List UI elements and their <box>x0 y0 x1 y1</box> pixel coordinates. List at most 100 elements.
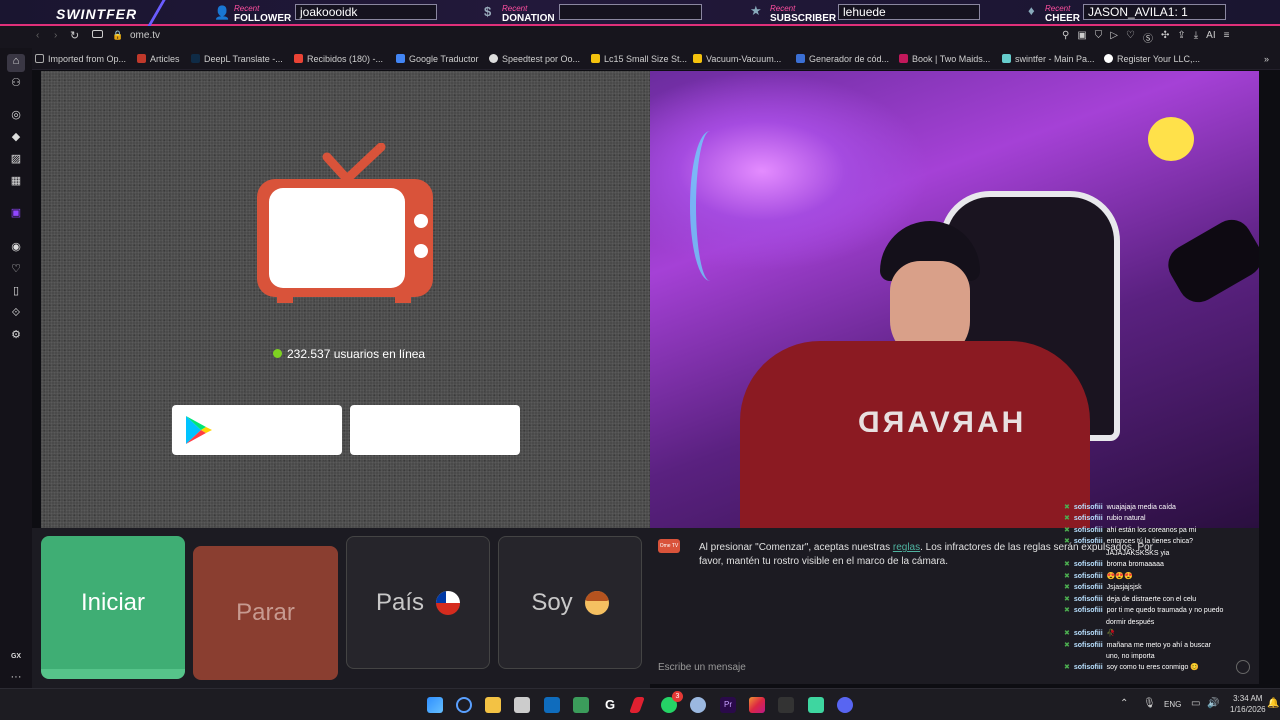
instagram-icon[interactable] <box>749 697 765 713</box>
chat-username: sofisofiii <box>1073 515 1103 522</box>
chat-text: por ti me quedo traumada y no puedo <box>1106 607 1224 614</box>
forward-icon[interactable]: › <box>54 30 57 41</box>
bookmark-item[interactable]: DeepL Translate -... <box>191 54 283 64</box>
emoji-icon[interactable] <box>1236 660 1250 674</box>
reload-icon[interactable]: ↻ <box>70 29 79 42</box>
network-icon[interactable]: ▭ <box>1191 698 1200 709</box>
image-icon[interactable]: ▨ <box>9 152 23 166</box>
app-icon[interactable] <box>778 697 794 713</box>
bookmark-item[interactable]: Articles <box>137 54 180 64</box>
g-app-icon[interactable]: G <box>602 697 618 713</box>
notice-text: Al presionar "Comenzar", aceptas nuestra… <box>699 542 893 553</box>
discord-icon[interactable] <box>837 697 853 713</box>
bookmark-item[interactable]: Imported from Op... <box>35 54 126 64</box>
heart-icon[interactable]: ♡ <box>1126 30 1135 44</box>
bookmark-item[interactable]: Speedtest por Oo... <box>489 54 580 64</box>
chat-username: sofisofiii <box>1073 538 1103 545</box>
shield-icon[interactable]: ⛉ <box>1095 30 1103 44</box>
back-icon[interactable]: ‹ <box>36 30 39 41</box>
twitch-icon[interactable]: ▣ <box>9 206 23 220</box>
online-count: 232.537 usuarios en línea <box>287 347 426 361</box>
notification-badge: 3 <box>672 691 683 702</box>
chat-text: wuajajaja media caída <box>1106 504 1176 511</box>
stop-button[interactable]: Parar <box>193 546 338 680</box>
download-icon[interactable]: ⤓ <box>1194 30 1198 44</box>
whatsapp-icon[interactable]: 3 <box>661 691 683 713</box>
moderator-badge-icon: ✖ <box>1064 607 1070 614</box>
notification-bell-icon[interactable]: 🔔 <box>1267 698 1279 709</box>
chat-text: soy como tu eres conmigo 😊 <box>1106 664 1200 671</box>
player-icon[interactable]: ◉ <box>9 240 23 254</box>
favorites-icon[interactable]: ♡ <box>9 262 23 276</box>
premiere-icon[interactable]: Pr <box>720 697 736 713</box>
moderator-badge-icon: ✖ <box>1064 584 1070 591</box>
home-icon[interactable]: ⌂ <box>7 54 25 72</box>
moderator-badge-icon: ✖ <box>1064 642 1070 649</box>
google-play-button[interactable] <box>172 405 342 455</box>
globe-icon[interactable] <box>690 697 706 713</box>
mic-icon[interactable]: 🎙 <box>1143 698 1156 709</box>
chat-text: Jsjasjajsjsk <box>1106 584 1142 591</box>
file-explorer-icon[interactable] <box>485 697 501 713</box>
menu-icon[interactable]: ≡ <box>1224 30 1230 44</box>
more-icon[interactable]: ··· <box>9 670 23 684</box>
windows-start-icon[interactable] <box>427 697 443 713</box>
shirt-text: HARVARD <box>855 406 1024 439</box>
gx-label[interactable]: GX <box>9 650 23 664</box>
box-icon[interactable]: ▦ <box>9 174 23 188</box>
message-input[interactable]: Escribe un mensaje <box>658 662 746 673</box>
bookmark-item[interactable]: Register Your LLC,... <box>1104 54 1200 64</box>
settings-icon[interactable]: ⚙ <box>9 328 23 342</box>
camera-icon[interactable]: ▣ <box>1077 30 1086 44</box>
spiral-icon[interactable]: ◎ <box>9 108 23 122</box>
microphone <box>1161 212 1259 310</box>
gender-label: Soy <box>531 588 573 616</box>
chat-text: mañana me meto yo ahí a buscar <box>1106 642 1211 649</box>
spreadsheet-icon[interactable] <box>573 697 589 713</box>
extension-s-icon[interactable]: Ⓢ <box>1143 30 1153 45</box>
gender-button[interactable]: Soy <box>498 536 642 669</box>
bookmarks-overflow-icon[interactable]: » <box>1264 54 1269 64</box>
gamepad-icon[interactable]: ⚇ <box>9 76 23 90</box>
tv-logo-icon <box>257 143 433 303</box>
tray-chevron-icon[interactable]: ⌃ <box>1120 698 1128 709</box>
bolt-icon[interactable] <box>629 697 645 713</box>
bookmark-item[interactable]: Recibidos (180) -... <box>294 54 383 64</box>
url-field[interactable]: ome.tv <box>130 30 160 41</box>
app-store-button[interactable] <box>350 405 520 455</box>
bookmark-item[interactable]: Google Traductor <box>396 54 479 64</box>
bookmark-item[interactable]: Vacuum-Vacuum... <box>693 54 781 64</box>
volume-icon[interactable]: 🔊 <box>1207 698 1219 709</box>
bookmark-item[interactable]: swintfer - Main Pa... <box>1002 54 1095 64</box>
chat-message: ✖ sofisofiii 😍😍😍 <box>1064 572 1133 581</box>
chat-message: ✖ sofisofiii entonces tú la tienes chica? <box>1064 537 1193 546</box>
start-button[interactable]: Iniciar <box>41 536 185 679</box>
pin-icon[interactable]: ⚲ <box>1062 30 1069 44</box>
bookmark-item[interactable]: Book | Two Maids... <box>899 54 990 64</box>
play-icon[interactable]: ▷ <box>1110 30 1118 44</box>
user-icon: 👤 <box>214 5 231 20</box>
video-icon[interactable] <box>92 30 103 38</box>
diamond-app-icon[interactable]: ◆ <box>9 130 23 144</box>
bookmark-item[interactable]: Generador de cód... <box>796 54 889 64</box>
streamlabs-icon[interactable] <box>808 697 824 713</box>
notes-icon[interactable]: ▯ <box>9 284 23 298</box>
bookmark-item[interactable]: Lc15 Small Size St... <box>591 54 687 64</box>
rules-link[interactable]: reglas <box>893 542 920 553</box>
chat-text: 😍😍😍 <box>1106 573 1133 580</box>
country-button[interactable]: País <box>346 536 490 669</box>
clock[interactable]: 3:34 AM 1/16/2026 <box>1230 693 1266 715</box>
ai-icon[interactable]: AI <box>1206 30 1215 44</box>
outlook-icon[interactable] <box>544 697 560 713</box>
chat-text: 🥀 <box>1106 630 1116 637</box>
history-icon[interactable]: ⟐ <box>9 306 23 320</box>
browser-app-icon[interactable] <box>456 697 472 713</box>
stream-overlay-bar: SWINTFER 👤 Recent FOLLOWER joakoooidk $ R… <box>0 0 1280 26</box>
puzzle-icon[interactable]: ✣ <box>1161 30 1169 44</box>
star-icon: ★ <box>750 3 762 18</box>
share-icon[interactable]: ⇪ <box>1177 30 1185 44</box>
chat-message: uno, no importa <box>1106 652 1155 661</box>
store-icon[interactable] <box>514 697 530 713</box>
chat-message: ✖ sofisofiii wuajajaja media caída <box>1064 503 1176 512</box>
language-indicator[interactable]: ENG <box>1164 700 1181 709</box>
